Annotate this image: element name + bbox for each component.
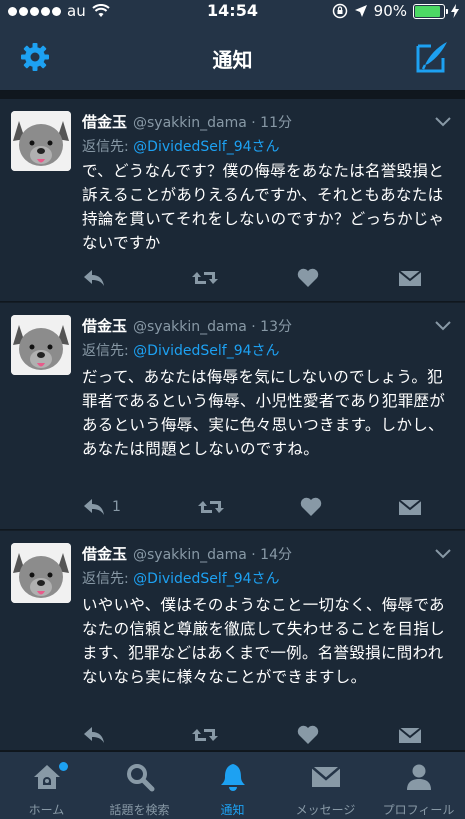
tweet-actions (82, 266, 422, 290)
envelope-icon (310, 766, 341, 787)
avatar[interactable] (11, 315, 71, 375)
location-arrow-icon (354, 5, 367, 17)
reply-prefix: 返信先: (82, 571, 134, 587)
reply-button[interactable]: 1 (82, 497, 121, 517)
tweet-text: だって、あなたは侮辱を気にしないのでしょう。犯罪者であるという侮辱、小児性愛者で… (82, 368, 446, 458)
reply-icon (84, 499, 104, 515)
tweet-actions (82, 723, 422, 747)
username-time: @syakkin_dama · 13分 (133, 319, 292, 335)
reply-button[interactable] (82, 268, 112, 288)
battery-icon (413, 3, 448, 19)
heart-icon (298, 268, 319, 287)
retweet-icon (197, 501, 224, 513)
tweet-card[interactable]: 借金玉 @syakkin_dama · 14分 返信先: @DividedSelf… (0, 531, 465, 751)
tab-label: 話題を検索 (109, 803, 170, 817)
retweet-icon (191, 272, 218, 284)
envelope-icon (398, 270, 422, 286)
reply-handle-link[interactable]: @DividedSelf_94さん (133, 343, 279, 359)
avatar[interactable] (11, 543, 71, 603)
direct-message-button[interactable] (398, 268, 422, 288)
tab-home[interactable]: ホーム (0, 752, 93, 819)
chevron-down-icon[interactable] (435, 549, 451, 559)
reply-to-line: 返信先: @DividedSelf_94さん (82, 136, 280, 156)
reply-prefix: 返信先: (82, 139, 134, 155)
chevron-down-icon[interactable] (435, 321, 451, 331)
tab-label: ホーム (28, 803, 65, 817)
reply-icon (84, 727, 104, 743)
tab-label: 通知 (220, 803, 245, 817)
reply-prefix: 返信先: (82, 343, 134, 359)
reply-count: 1 (112, 499, 121, 515)
battery-percent: 90% (373, 2, 407, 20)
retweet-icon (191, 729, 218, 741)
display-name[interactable]: 借金玉 (82, 113, 127, 131)
tab-notifications[interactable]: 通知 (186, 752, 279, 819)
tab-label: メッセージ (295, 803, 356, 817)
retweet-button[interactable] (197, 497, 225, 517)
dog-avatar-icon (11, 111, 71, 171)
tweet-text: いやいや、僕はそのようなこと一切なく、侮辱であなたの信頼と尊厳を徹底して失わせる… (82, 596, 445, 686)
display-name[interactable]: 借金玉 (82, 545, 127, 563)
reply-icon (84, 270, 104, 286)
avatar[interactable] (11, 111, 71, 171)
tab-label: プロフィール (382, 803, 455, 817)
envelope-icon (398, 499, 422, 515)
tab-messages[interactable]: メッセージ (279, 752, 372, 819)
status-bar: au 14:54 90% (0, 0, 465, 24)
like-button[interactable] (297, 268, 319, 288)
reply-button[interactable] (82, 725, 112, 745)
like-button[interactable] (297, 725, 319, 745)
tweet-header: 借金玉 @syakkin_dama · 11分 (82, 111, 292, 132)
tweet-card[interactable]: 借金玉 @syakkin_dama · 13分 返信先: @DividedSelf… (0, 303, 465, 530)
direct-message-button[interactable] (398, 497, 422, 517)
person-icon (406, 764, 431, 790)
tweet-header: 借金玉 @syakkin_dama · 14分 (82, 543, 292, 564)
tab-bar: ホーム 話題を検索 通知 メッセージ プロフィール (0, 751, 465, 819)
reply-handle-link[interactable]: @DividedSelf_94さん (133, 139, 279, 155)
like-button[interactable] (300, 497, 322, 517)
retweet-button[interactable] (191, 725, 219, 745)
reply-handle-link[interactable]: @DividedSelf_94さん (133, 571, 279, 587)
retweet-button[interactable] (191, 268, 219, 288)
home-icon (33, 765, 60, 789)
reply-to-line: 返信先: @DividedSelf_94さん (82, 568, 280, 588)
direct-message-button[interactable] (398, 725, 422, 745)
tweet-header: 借金玉 @syakkin_dama · 13分 (82, 315, 292, 336)
heart-icon (298, 725, 319, 744)
username-time: @syakkin_dama · 11分 (133, 115, 292, 131)
chevron-down-icon[interactable] (435, 117, 451, 127)
tab-profile[interactable]: プロフィール (372, 752, 465, 819)
bell-icon (220, 764, 245, 791)
username-time: @syakkin_dama · 14分 (133, 547, 292, 563)
reply-to-line: 返信先: @DividedSelf_94さん (82, 340, 280, 360)
tweet-actions: 1 (82, 495, 422, 519)
display-name[interactable]: 借金玉 (82, 317, 127, 335)
dog-avatar-icon (11, 543, 71, 603)
charging-bolt-icon (451, 4, 459, 18)
heart-icon (301, 497, 322, 516)
notification-dot (59, 762, 68, 771)
navigation-bar: 通知 (0, 24, 465, 91)
rotation-lock-icon (332, 3, 347, 19)
search-icon (126, 764, 154, 792)
tab-search[interactable]: 話題を検索 (93, 752, 186, 819)
compose-tweet-icon[interactable] (415, 40, 449, 74)
tweet-text: で、どうなんです？僕の侮辱をあなたは名誉毀損と訴えることがありえるんですか、それ… (82, 162, 445, 252)
dog-avatar-icon (11, 315, 71, 375)
envelope-icon (398, 727, 422, 743)
tweet-card[interactable]: 借金玉 @syakkin_dama · 11分 返信先: @DividedSelf… (0, 99, 465, 302)
page-title: 通知 (212, 48, 253, 72)
divider (0, 91, 465, 99)
